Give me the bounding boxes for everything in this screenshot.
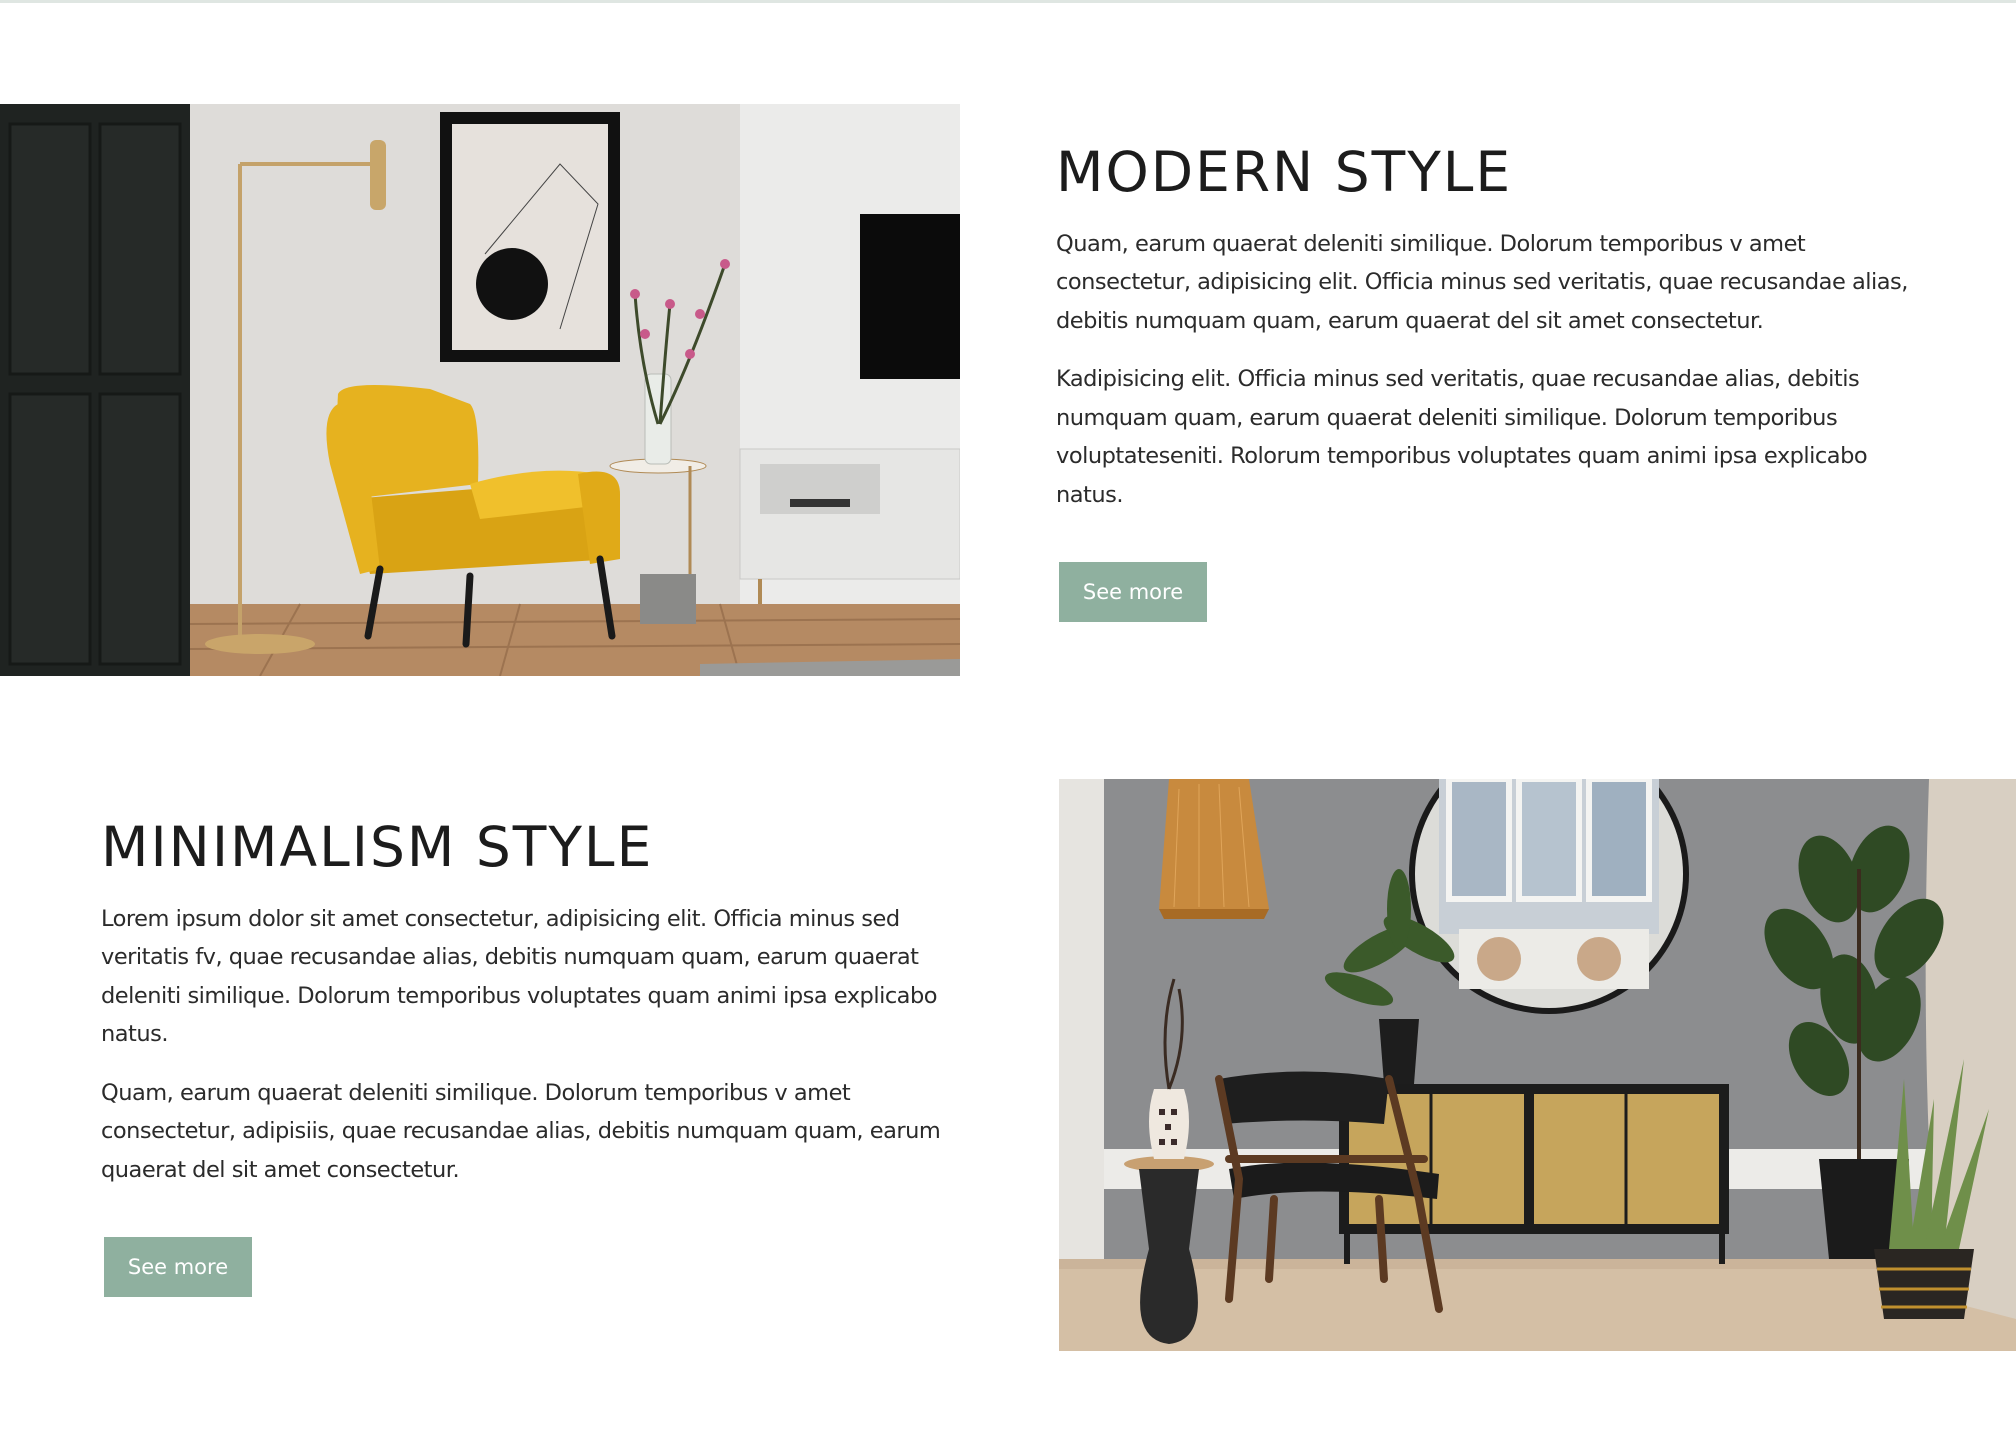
minimalism-style-see-more-button[interactable]: See more [104,1237,252,1297]
minimalism-style-paragraph-1: Lorem ipsum dolor sit amet consectetur, … [101,905,938,1048]
minimalism-style-text: MINIMALISM STYLE Lorem ipsum dolor sit a… [101,817,981,1189]
minimalism-style-paragraph-2: Quam, earum quaerat deleniti similique. … [101,1079,941,1183]
modern-style-title: MODERN STYLE [1056,140,1513,204]
modern-living-room-photo [0,104,960,676]
modern-style-section: MODERN STYLE Quam, earum quaerat delenit… [0,0,2016,700]
modern-style-see-more-button[interactable]: See more [1059,562,1207,622]
minimalism-room-photo [1059,779,2016,1351]
minimalism-style-title: MINIMALISM STYLE [101,815,654,879]
modern-style-text: MODERN STYLE Quam, earum quaerat delenit… [1056,142,1936,514]
modern-style-paragraph-1: Quam, earum quaerat deleniti similique. … [1056,230,1908,334]
minimalism-style-section: MINIMALISM STYLE Lorem ipsum dolor sit a… [0,700,2016,1442]
modern-style-paragraph-2: Kadipisicing elit. Officia minus sed ver… [1056,366,1868,508]
